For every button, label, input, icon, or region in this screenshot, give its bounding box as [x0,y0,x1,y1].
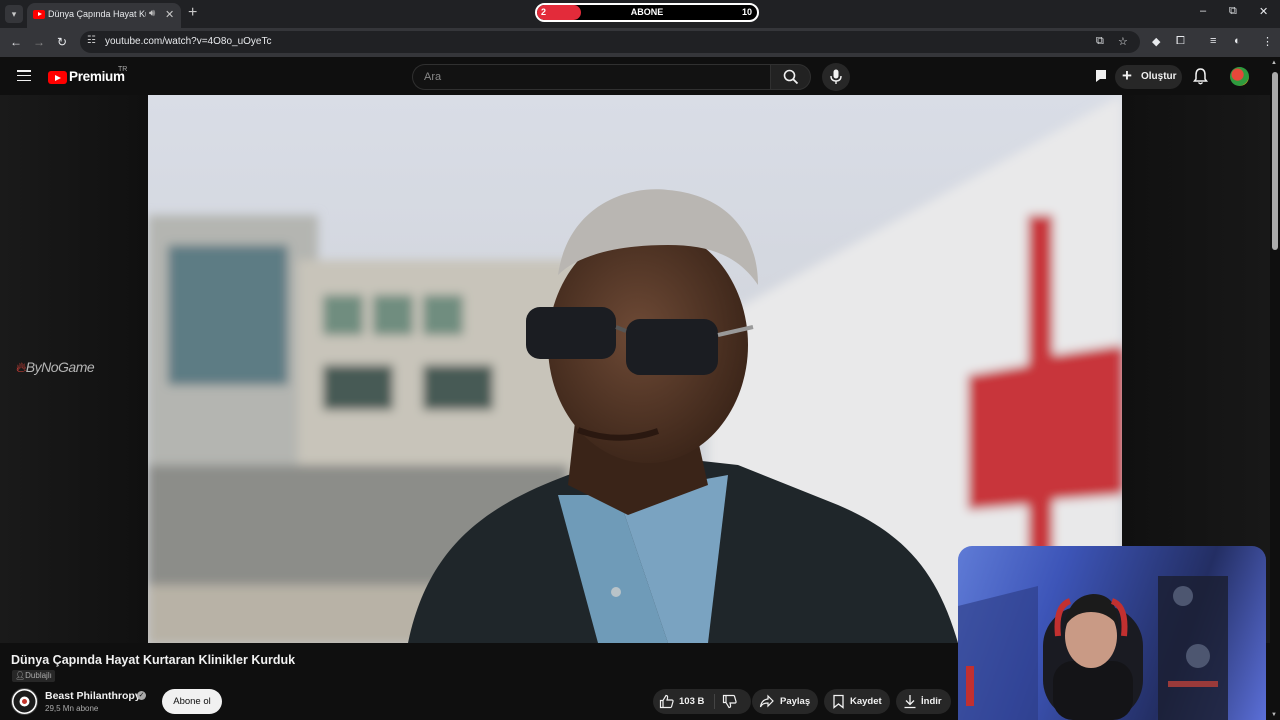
subscribe-button[interactable]: Abone ol [162,689,222,714]
search-placeholder: Ara [424,71,442,83]
brand-name: Premium [69,69,125,84]
search-button[interactable] [770,64,811,90]
webcam-frame [958,576,1228,720]
chat-icon[interactable] [1093,68,1109,84]
channel-name[interactable]: Beast Philanthropy [45,690,141,702]
scroll-down-icon[interactable]: ▼ [1271,712,1277,718]
scroll-up-icon[interactable]: ▲ [1271,60,1277,66]
tab-title: Dünya Çapında Hayat Kurtaran Klinikler K… [48,9,146,19]
channel-logo-icon [13,690,36,713]
window-close-icon[interactable]: ✕ [1259,5,1268,18]
forward-icon[interactable]: → [33,35,45,49]
install-app-icon[interactable]: ⧉ [1096,35,1104,48]
subscriber-goal-target: 10 [741,7,752,17]
like-divider [714,694,715,709]
search-input[interactable]: Ara [412,64,770,90]
new-tab-button[interactable]: + [188,4,197,22]
scrollbar-thumb[interactable] [1272,72,1278,250]
subscriber-goal-label: ABONE [630,7,664,17]
voice-search-button[interactable] [822,63,850,91]
download-icon [904,695,916,709]
tab-search-dropdown-icon[interactable]: ▾ [5,5,23,23]
like-dislike-group: 103 B [653,689,751,714]
profile-icon[interactable]: ◐ [1234,35,1241,47]
subscriber-goal-bar: 2 ABONE 10 [535,3,759,22]
verified-check-icon: ✓ [137,691,146,700]
share-icon [759,694,774,708]
streamer-webcam [958,546,1266,720]
share-button[interactable]: Paylaş [752,689,818,714]
download-label: İndir [921,696,942,707]
browser-tab[interactable]: Dünya Çapında Hayat Kurtaran Klinikler K… [27,3,181,28]
dub-voice-icon: 👤︎ [15,671,26,680]
dubbed-badge: 👤︎Dublajlı [12,670,55,682]
back-icon[interactable]: ← [10,35,22,49]
watermark-text: ByNoGame [25,359,95,375]
omnibox[interactable]: ☷ youtube.com/watch?v=4O8o_uOyeTc ⧉ ☆ [80,31,1140,53]
mic-icon [830,69,842,84]
subscriber-count: 29,5 Mn abone [45,704,99,713]
extension-diamond-icon[interactable]: ◆ [1152,35,1160,48]
create-button[interactable]: + Oluştur [1115,65,1182,89]
menu-icon[interactable] [17,70,31,82]
media-queue-icon[interactable]: ≡ [1210,35,1216,47]
flame-icon: 🔥︎ [16,359,26,375]
address-toolbar: ← → ↻ ☷ youtube.com/watch?v=4O8o_uOyeTc … [0,28,1280,57]
restore-icon[interactable]: ⧉ [1229,5,1237,18]
account-avatar[interactable] [1230,67,1249,86]
save-label: Kaydet [850,696,882,707]
extensions-icon[interactable]: ⧠ [1176,35,1185,48]
youtube-header: Premium TR Ara + Oluştur [0,57,1280,95]
dubbed-label: Dublajlı [25,671,52,680]
browser-menu-icon[interactable]: ⋮ [1262,35,1273,48]
bookmark-star-icon[interactable]: ☆ [1118,35,1128,48]
site-info-icon[interactable]: ☷ [87,35,96,46]
like-count[interactable]: 103 B [679,696,704,707]
channel-avatar[interactable] [11,688,38,715]
save-button[interactable]: Kaydet [824,689,890,714]
download-button[interactable]: İndir [896,689,951,714]
reload-icon[interactable]: ↻ [57,35,67,49]
bookmark-icon [833,694,844,709]
plus-icon: + [1122,66,1132,85]
bynogame-watermark: 🔥︎ByNoGame [16,359,95,376]
bell-icon[interactable] [1193,68,1208,85]
youtube-play-icon [48,71,67,84]
browser-tab-strip: ▾ Dünya Çapında Hayat Kurtaran Klinikler… [0,0,1280,28]
minimize-icon[interactable]: – [1200,5,1206,17]
share-label: Paylaş [780,696,811,707]
region-code: TR [118,66,128,73]
url-text[interactable]: youtube.com/watch?v=4O8o_uOyeTc [105,36,271,47]
like-icon[interactable] [659,694,674,709]
tab-close-icon[interactable]: ✕ [165,8,174,21]
dislike-icon[interactable] [722,694,737,709]
youtube-favicon-icon [33,10,45,19]
speaker-icon[interactable]: 🔊︎ [149,8,155,19]
create-label: Oluştur [1141,71,1177,82]
video-title: Dünya Çapında Hayat Kurtaran Klinikler K… [11,653,296,667]
search-icon [783,69,799,85]
